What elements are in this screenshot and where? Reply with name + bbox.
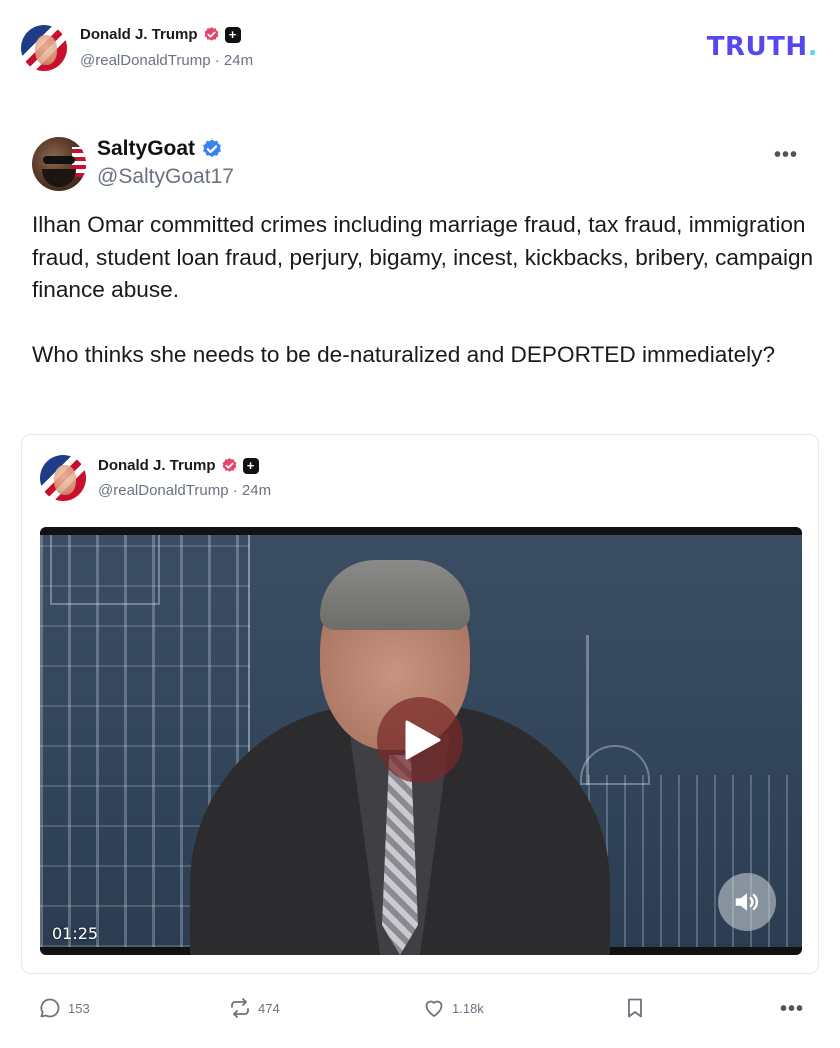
avatar[interactable] <box>32 137 86 191</box>
avatar[interactable] <box>40 455 86 501</box>
truth-logo[interactable]: TRUTH. <box>707 32 818 62</box>
author-row: Donald J. Trump + <box>80 26 241 43</box>
video-duration: 01:25 <box>52 924 99 943</box>
speaker-icon <box>735 893 759 911</box>
quoted-author-row: Donald J. Trump + <box>98 457 259 474</box>
quoted-post-card[interactable]: Donald J. Trump + @realDonaldTrump · 24m… <box>21 434 819 974</box>
verified-badge-icon <box>203 139 221 158</box>
retruth-count: 474 <box>258 1000 280 1016</box>
like-count: 1.18k <box>452 1000 484 1016</box>
verified-badge-icon <box>222 458 236 472</box>
author-handle[interactable]: @realDonaldTrump · 24m <box>80 52 253 69</box>
verified-badge-icon <box>204 27 218 41</box>
like-button[interactable]: 1.18k <box>422 996 484 1020</box>
brand-text: TRUTH <box>706 32 808 62</box>
reply-button[interactable]: 153 <box>38 996 90 1020</box>
more-actions-button[interactable]: ••• <box>780 998 804 1021</box>
post-author-row: SaltyGoat <box>97 137 223 161</box>
post-author-handle[interactable]: @SaltyGoat17 <box>97 165 234 189</box>
plus-icon: + <box>224 26 241 43</box>
more-options-button[interactable]: ••• <box>774 145 798 165</box>
bookmark-icon <box>628 998 642 1018</box>
brand-dot: . <box>807 32 818 62</box>
author-name[interactable]: Donald J. Trump <box>80 26 198 43</box>
post-header: Donald J. Trump + @realDonaldTrump · 24m… <box>0 0 840 96</box>
volume-button[interactable] <box>718 873 776 931</box>
reply-icon <box>40 998 60 1018</box>
retruth-button[interactable]: 474 <box>228 996 280 1020</box>
quoted-author-handle[interactable]: @realDonaldTrump · 24m <box>98 482 271 499</box>
play-button[interactable] <box>377 697 463 783</box>
post-author-name[interactable]: SaltyGoat <box>97 137 195 161</box>
avatar[interactable] <box>21 25 67 71</box>
play-icon <box>405 720 441 760</box>
retruth-icon <box>231 998 249 1018</box>
reply-count: 153 <box>68 1000 90 1016</box>
bookmark-button[interactable] <box>623 996 647 1020</box>
video-player[interactable]: 01:25 <box>40 527 802 955</box>
plus-icon: + <box>242 457 259 474</box>
action-bar: 153 474 1.18k ••• <box>0 990 840 1030</box>
heart-icon <box>425 1000 443 1017</box>
quoted-author-name[interactable]: Donald J. Trump <box>98 457 216 474</box>
post-body: Ilhan Omar committed crimes including ma… <box>32 212 814 367</box>
